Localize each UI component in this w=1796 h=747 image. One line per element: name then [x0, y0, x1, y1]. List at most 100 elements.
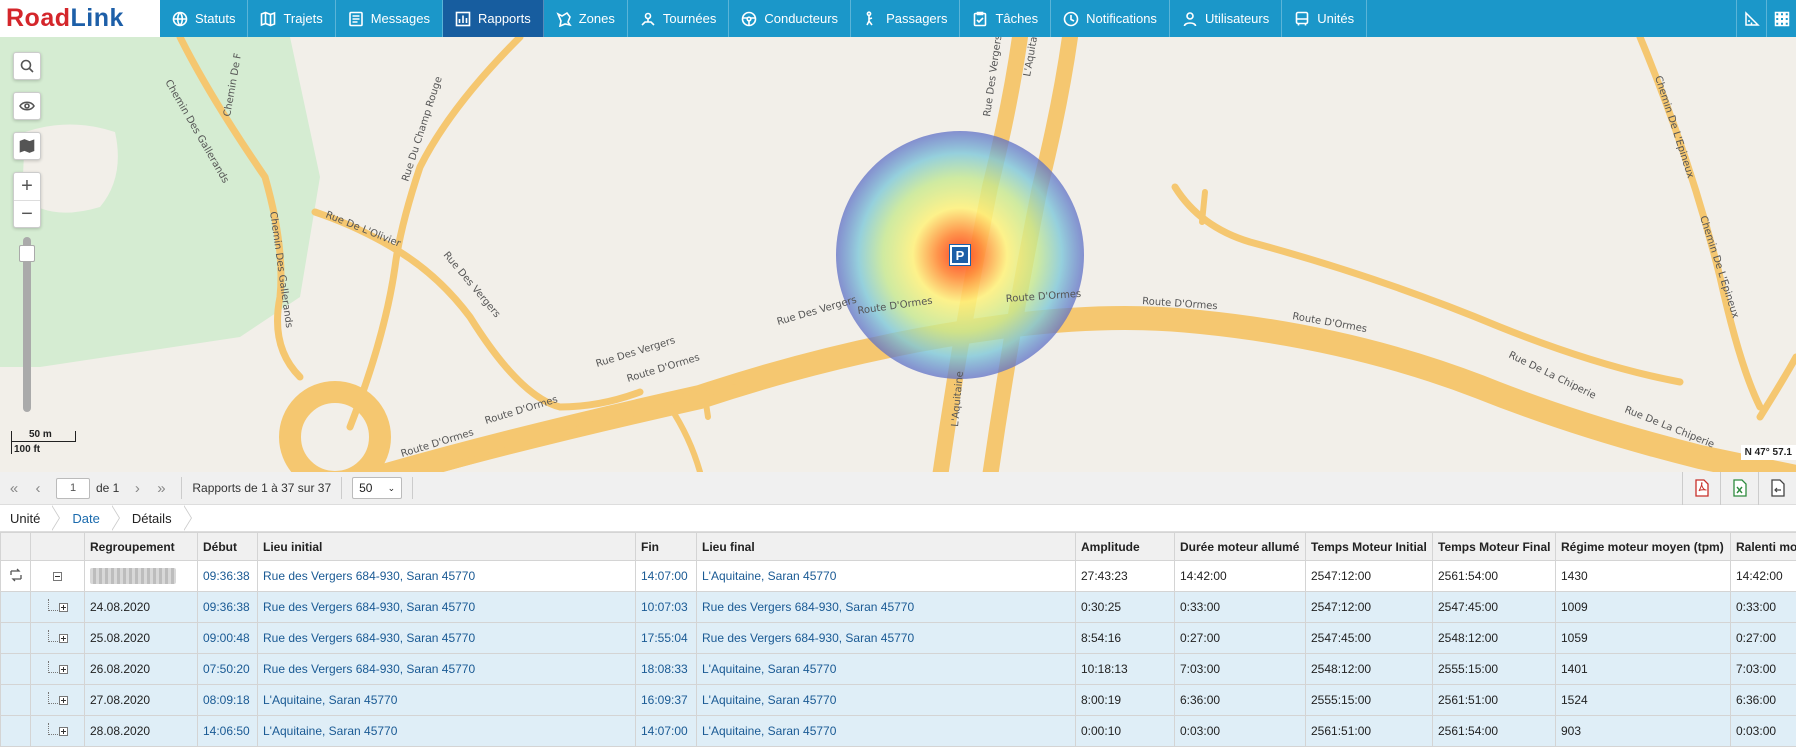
- col-temps-moteur-final[interactable]: Temps Moteur Final: [1433, 533, 1556, 561]
- breadcrumb-details[interactable]: Détails: [112, 505, 184, 532]
- expand-toggle[interactable]: [31, 592, 85, 623]
- report-table: Regroupement Début Lieu initial Fin Lieu…: [0, 532, 1796, 747]
- zones-icon: [556, 11, 572, 27]
- page-count: de 1: [96, 481, 119, 495]
- map-search-button[interactable]: [13, 52, 41, 80]
- table-row: 26.08.2020 07:50:20 Rue des Vergers 684-…: [1, 654, 1796, 685]
- eye-icon: [19, 98, 35, 114]
- parking-marker[interactable]: P: [950, 245, 970, 265]
- collapse-toggle[interactable]: [31, 561, 85, 592]
- next-page-button[interactable]: ›: [127, 480, 147, 497]
- nav-passagers[interactable]: Passagers: [851, 0, 960, 37]
- apps-menu[interactable]: [1766, 0, 1796, 37]
- zoom-slider-track[interactable]: [23, 237, 31, 412]
- file-export-icon: [1770, 479, 1786, 497]
- search-icon: [19, 58, 35, 74]
- expand-toggle[interactable]: [31, 685, 85, 716]
- last-page-button[interactable]: »: [151, 480, 171, 497]
- pdf-icon: [1694, 479, 1710, 497]
- svg-text:Rue Des Vergers: Rue Des Vergers: [441, 250, 502, 320]
- bus-icon: [1294, 11, 1310, 27]
- route-toggle-icon[interactable]: [1, 561, 31, 592]
- chevron-down-icon: ⌄: [388, 483, 396, 494]
- expand-toggle[interactable]: [31, 623, 85, 654]
- col-ralenti-moteur[interactable]: Ralenti moteur: [1731, 533, 1796, 561]
- expand-toggle[interactable]: [31, 654, 85, 685]
- breadcrumb-unite[interactable]: Unité: [0, 505, 52, 532]
- route-icon: [640, 11, 656, 27]
- col-temps-moteur-initial[interactable]: Temps Moteur Initial: [1306, 533, 1433, 561]
- minus-icon: [53, 572, 62, 581]
- globe-icon: [172, 11, 188, 27]
- col-lieu-initial[interactable]: Lieu initial: [258, 533, 636, 561]
- nav-messages[interactable]: Messages: [336, 0, 443, 37]
- coordinates-readout: N 47° 57.1: [1741, 445, 1796, 460]
- col-amplitude[interactable]: Amplitude: [1076, 533, 1175, 561]
- svg-text:Chemin De L'Epineux: Chemin De L'Epineux: [1652, 75, 1696, 180]
- prev-page-button[interactable]: ‹: [28, 480, 48, 497]
- unit-name-blurred: [85, 561, 198, 592]
- zoom-control: + −: [13, 172, 41, 228]
- nav-tournees[interactable]: Tournées: [628, 0, 729, 37]
- svg-text:Rue De L'Olivier: Rue De L'Olivier: [324, 210, 403, 250]
- nav-trajets[interactable]: Trajets: [248, 0, 335, 37]
- nav-tools: [1736, 0, 1796, 37]
- map-icon: [260, 11, 276, 27]
- excel-icon: [1732, 479, 1748, 497]
- plus-icon: [59, 634, 68, 643]
- grid-icon: [1774, 11, 1790, 27]
- table-row: 27.08.2020 08:09:18 L'Aquitaine, Saran 4…: [1, 685, 1796, 716]
- plus-icon: [59, 696, 68, 705]
- nav-utilisateurs[interactable]: Utilisateurs: [1170, 0, 1282, 37]
- nav-conducteurs[interactable]: Conducteurs: [729, 0, 851, 37]
- nav-unites[interactable]: Unités: [1282, 0, 1367, 37]
- first-page-button[interactable]: «: [4, 480, 24, 497]
- clock-icon: [1063, 11, 1079, 27]
- table-header: Regroupement Début Lieu initial Fin Lieu…: [1, 533, 1796, 561]
- col-duree-moteur[interactable]: Durée moteur allumé: [1175, 533, 1306, 561]
- breadcrumb: Unité Date Détails: [0, 505, 1796, 532]
- export-excel-button[interactable]: [1720, 472, 1758, 505]
- plus-icon: [59, 665, 68, 674]
- plus-icon: [59, 727, 68, 736]
- measure-tool[interactable]: [1736, 0, 1766, 37]
- nav-statuts[interactable]: Statuts: [160, 0, 248, 37]
- task-icon: [972, 11, 988, 27]
- ruler-icon: [1744, 11, 1760, 27]
- user-icon: [1182, 11, 1198, 27]
- breadcrumb-date[interactable]: Date: [52, 505, 111, 532]
- table-row: 24.08.2020 09:36:38 Rue des Vergers 684-…: [1, 592, 1796, 623]
- export-file-button[interactable]: [1758, 472, 1796, 505]
- zoom-slider-handle[interactable]: [19, 245, 35, 262]
- svg-text:Rue Des Vergers: Rue Des Vergers: [776, 295, 858, 328]
- roadlink-logo[interactable]: RoadLink: [0, 0, 160, 37]
- col-debut[interactable]: Début: [198, 533, 258, 561]
- table-row: 25.08.2020 09:00:48 Rue des Vergers 684-…: [1, 623, 1796, 654]
- map-layers-button[interactable]: [13, 132, 41, 160]
- passenger-icon: [863, 11, 879, 27]
- map-visibility-button[interactable]: [13, 92, 41, 120]
- col-regime-moteur[interactable]: Régime moteur moyen (tpm): [1556, 533, 1731, 561]
- nav-taches[interactable]: Tâches: [960, 0, 1051, 37]
- steering-wheel-icon: [741, 11, 757, 27]
- col-fin[interactable]: Fin: [636, 533, 697, 561]
- nav-notifications[interactable]: Notifications: [1051, 0, 1170, 37]
- zoom-in-button[interactable]: +: [14, 173, 40, 200]
- export-tools: [1682, 472, 1796, 505]
- map-tiles: Chemin Des Gallerands Chemin De F Rue Du…: [0, 37, 1796, 472]
- per-page-select[interactable]: 50 ⌄: [352, 477, 402, 499]
- map-layers-icon: [19, 138, 35, 154]
- col-lieu-final[interactable]: Lieu final: [697, 533, 1076, 561]
- nav-rapports[interactable]: Rapports: [443, 0, 544, 37]
- map-view[interactable]: Chemin Des Gallerands Chemin De F Rue Du…: [0, 37, 1796, 472]
- report-pager: « ‹ de 1 › » Rapports de 1 à 37 sur 37 5…: [0, 472, 1796, 505]
- export-pdf-button[interactable]: [1682, 472, 1720, 505]
- plus-icon: [59, 603, 68, 612]
- top-navbar: RoadLink Statuts Trajets Messages Rappor…: [0, 0, 1796, 37]
- nav-zones[interactable]: Zones: [544, 0, 628, 37]
- chart-icon: [455, 11, 471, 27]
- zoom-out-button[interactable]: −: [14, 200, 40, 227]
- page-number-input[interactable]: [56, 478, 90, 499]
- records-summary: Rapports de 1 à 37 sur 37: [192, 481, 331, 495]
- col-regroupement[interactable]: Regroupement: [85, 533, 198, 561]
